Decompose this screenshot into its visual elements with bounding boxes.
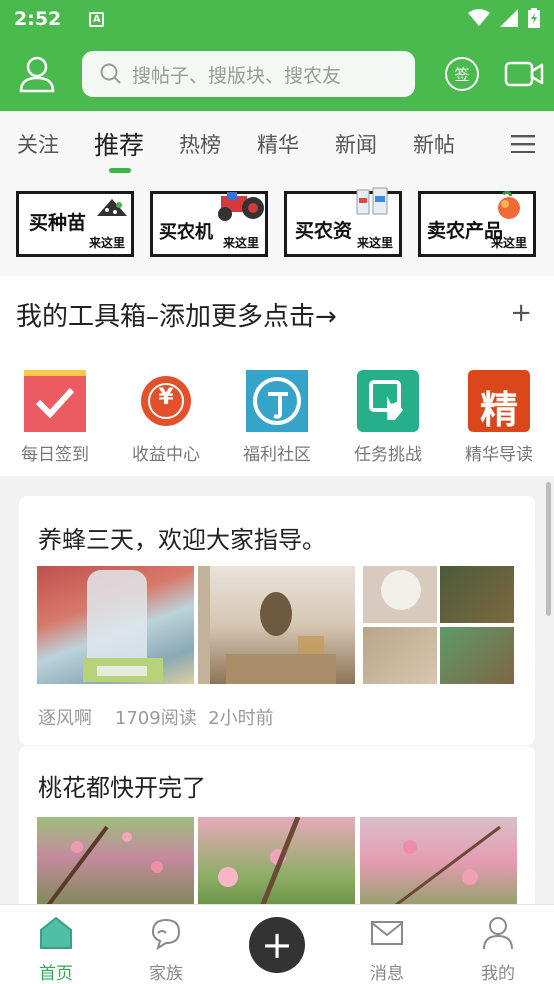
person-icon: [19, 56, 55, 93]
jinghua-icon: 精: [468, 370, 530, 432]
post-image[interactable]: [198, 566, 355, 684]
post-image[interactable]: [360, 817, 517, 904]
feed-scrollbar[interactable]: [546, 482, 551, 616]
tool-label: 精华导读: [465, 445, 533, 465]
banner-subtitle: 来这里: [88, 236, 125, 250]
welfare-icon: [246, 370, 308, 432]
bottom-nav: 首页 家族 + 消息 我的: [0, 904, 554, 984]
post-image[interactable]: [198, 817, 355, 904]
banner-title: 买农资: [295, 220, 353, 242]
video-camera-icon: [504, 61, 544, 87]
tool-earnings[interactable]: ¥ 收益中心: [116, 370, 216, 465]
post-card[interactable]: 养蜂三天，欢迎大家指导。 逐风啊 1709阅读 2小时前: [19, 496, 535, 745]
fruit-icon: [498, 190, 520, 219]
tab-indicator: [109, 168, 131, 173]
banner-buy-machinery[interactable]: 买农机 来这里: [150, 191, 268, 257]
wifi-icon: [468, 9, 490, 26]
tab-new-posts[interactable]: 新帖: [413, 129, 455, 159]
banner-sell-produce[interactable]: 卖农产品 来这里: [418, 190, 536, 257]
menu-icon: [511, 135, 535, 154]
add-post-button[interactable]: +: [249, 917, 305, 973]
toolbox-title[interactable]: 我的工具箱–添加更多点击→: [16, 296, 337, 333]
tool-label: 任务挑战: [354, 445, 422, 465]
tab-follow[interactable]: 关注: [17, 129, 59, 159]
search-placeholder: 搜帖子、搜版块、搜农友: [132, 64, 342, 87]
tool-label: 收益中心: [132, 445, 200, 465]
home-icon: [40, 917, 72, 949]
post-time: 2小时前: [208, 708, 274, 729]
nav-messages[interactable]: 消息: [347, 915, 427, 984]
seedling-icon: [97, 199, 127, 216]
banner-subtitle: 来这里: [222, 236, 259, 250]
tab-featured[interactable]: 精华: [257, 129, 299, 159]
tool-label: 每日签到: [21, 445, 89, 465]
notification-a-icon: A: [89, 11, 105, 27]
post-author[interactable]: 逐风啊: [38, 708, 92, 729]
app-header: 搜帖子、搜版块、搜农友 签: [0, 38, 554, 111]
tool-label: 福利社区: [243, 445, 311, 465]
banner-title: 买种苗: [29, 212, 87, 234]
task-icon: [357, 370, 419, 432]
banner-subtitle: 来这里: [356, 236, 393, 250]
status-icons: [468, 8, 540, 28]
post-title: 桃花都快开完了: [38, 774, 206, 802]
tool-task-challenge[interactable]: 任务挑战: [338, 370, 438, 465]
battery-icon: [528, 8, 540, 28]
nav-family[interactable]: 家族: [126, 915, 206, 984]
tractor-icon: [218, 192, 264, 221]
tab-hot[interactable]: 热榜: [179, 129, 221, 159]
post-image[interactable]: [363, 566, 437, 623]
mail-icon: [371, 921, 403, 945]
post-image[interactable]: [440, 627, 514, 684]
tab-menu-button[interactable]: [511, 135, 535, 154]
sign-in-button[interactable]: 签: [445, 57, 479, 91]
banner-title: 买农机: [159, 222, 213, 243]
post-image[interactable]: [363, 627, 437, 684]
post-feed: 养蜂三天，欢迎大家指导。 逐风啊 1709阅读 2小时前 桃花都快开完了: [0, 476, 554, 904]
tool-welfare[interactable]: 福利社区: [227, 370, 327, 465]
chat-icon: [151, 918, 181, 951]
nav-label: 家族: [149, 964, 183, 984]
category-tabs: 关注 推荐 热榜 精华 新闻 新帖: [0, 111, 554, 177]
tab-news[interactable]: 新闻: [335, 129, 377, 159]
tool-featured-guide[interactable]: 精 精华导读: [449, 370, 549, 465]
post-title: 养蜂三天，欢迎大家指导。: [38, 526, 326, 554]
checkin-icon: [24, 370, 86, 432]
post-card[interactable]: 桃花都快开完了: [19, 746, 535, 904]
status-time: 2:52: [14, 8, 62, 30]
post-image[interactable]: [37, 817, 194, 904]
person-icon: [483, 917, 513, 950]
profile-button[interactable]: [18, 55, 56, 93]
banner-subtitle: 来这里: [490, 236, 527, 250]
tab-recommend[interactable]: 推荐: [94, 126, 144, 162]
nav-label: 首页: [39, 964, 73, 984]
post-read-count: 1709阅读: [114, 708, 197, 729]
toolbox-section: 我的工具箱–添加更多点击→ + 每日签到 ¥ 收益中心 福利社区 任务挑战 精 …: [0, 276, 554, 476]
post-image[interactable]: [440, 566, 514, 623]
nav-label: 我的: [481, 964, 515, 984]
nav-home[interactable]: 首页: [16, 915, 96, 984]
banner-buy-supplies[interactable]: 买农资 来这里: [284, 187, 402, 257]
status-bar: 2:52 A: [0, 0, 554, 38]
fertilizer-icon: [356, 187, 388, 215]
signal-icon: [500, 9, 518, 27]
shortcut-banners: 买种苗 来这里 买农机 来这里 买农资 来这里 卖农产品 来这里: [0, 177, 554, 276]
video-button[interactable]: [504, 60, 544, 88]
nav-profile[interactable]: 我的: [458, 915, 538, 984]
post-meta: 逐风啊 1709阅读 2小时前: [38, 704, 274, 730]
search-icon: [100, 63, 121, 84]
tool-daily-checkin[interactable]: 每日签到: [5, 370, 105, 465]
search-input[interactable]: 搜帖子、搜版块、搜农友: [82, 51, 415, 97]
post-image[interactable]: [37, 566, 194, 684]
yuan-icon: ¥: [135, 370, 197, 432]
nav-label: 消息: [370, 964, 404, 984]
toolbox-add-button[interactable]: +: [510, 298, 532, 328]
banner-buy-seedlings[interactable]: 买种苗 来这里: [16, 191, 134, 257]
